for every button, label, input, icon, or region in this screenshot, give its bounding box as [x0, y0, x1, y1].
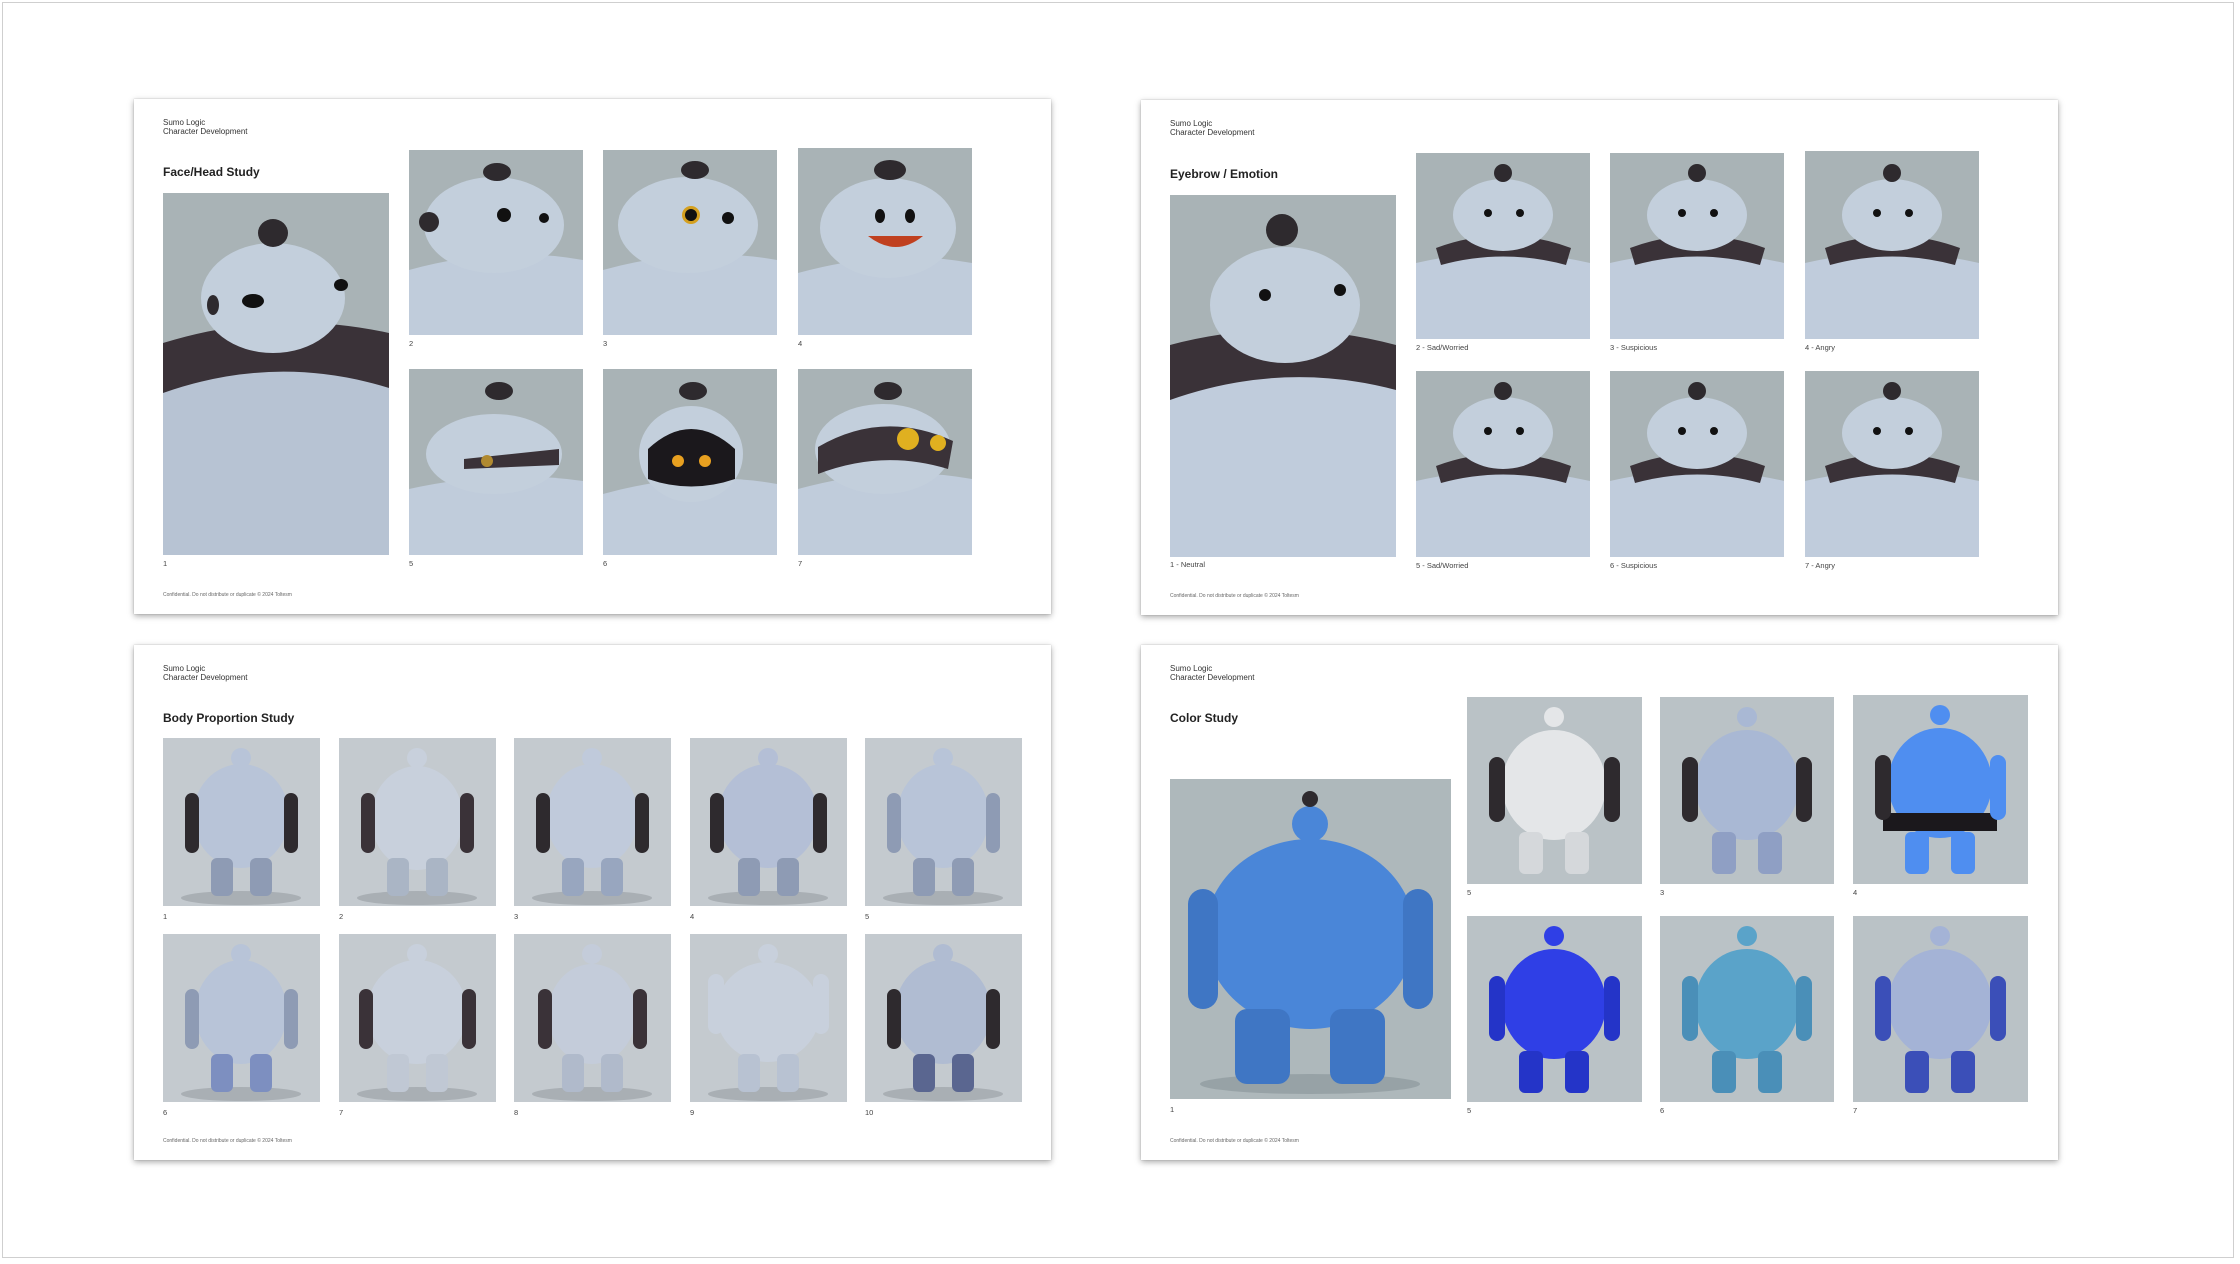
caption-2: 5: [1467, 888, 1472, 897]
brand-block: Sumo Logic Character Development: [1170, 664, 1254, 682]
caption-3: 3: [1660, 888, 1665, 897]
caption-8: 8: [514, 1108, 519, 1117]
emotion-image-7: [1805, 371, 1979, 557]
caption-6: 6: [1660, 1106, 1665, 1115]
head-image-7: [798, 369, 972, 555]
brand-project: Character Development: [163, 127, 248, 136]
emotion-image-5: [1416, 371, 1590, 557]
emotion-image-3: [1610, 153, 1784, 339]
brand-company: Sumo Logic: [1170, 119, 1213, 128]
caption-9: 9: [690, 1108, 695, 1117]
slide-title: Eyebrow / Emotion: [1170, 167, 1279, 181]
caption-6: 6: [603, 559, 608, 568]
emotion-image-6: [1610, 371, 1784, 557]
caption-3: 3: [603, 339, 608, 348]
caption-2: 2: [339, 912, 344, 921]
caption-5: 5: [865, 912, 870, 921]
caption-1: 1: [1170, 1105, 1175, 1114]
caption-7: 7: [339, 1108, 344, 1117]
caption-1: 1: [163, 559, 168, 568]
emotion-image-1: [1170, 195, 1396, 557]
brand-project: Character Development: [1170, 128, 1255, 137]
caption-3: 3 - Suspicious: [1610, 343, 1658, 352]
caption-6: 6 - Suspicious: [1610, 561, 1658, 570]
caption-7: 7: [798, 559, 803, 568]
caption-5: 5: [1467, 1106, 1472, 1115]
slide-body-proportion-study: Sumo Logic Character Development Body Pr…: [134, 645, 1051, 1160]
body-image-10: [865, 934, 1022, 1102]
body-image-6: [163, 934, 320, 1102]
brand-project: Character Development: [163, 673, 248, 682]
caption-6: 6: [163, 1108, 168, 1117]
emotion-image-2: [1416, 153, 1590, 339]
brand-block: Sumo Logic Character Development: [163, 118, 247, 136]
slide-eyebrow-emotion: Sumo Logic Character Development Eyebrow…: [1141, 100, 2058, 615]
footer-confidential: Confidential. Do not distribute or dupli…: [163, 592, 292, 598]
caption-4: 4: [690, 912, 695, 921]
caption-7: 7: [1853, 1106, 1858, 1115]
caption-1: 1 - Neutral: [1170, 560, 1206, 569]
footer-confidential: Confidential. Do not distribute or dupli…: [1170, 1138, 1299, 1144]
caption-1: 1: [163, 912, 168, 921]
head-image-1: [163, 193, 389, 555]
footer-confidential: Confidential. Do not distribute or dupli…: [1170, 593, 1299, 599]
emotion-image-4: [1805, 151, 1979, 339]
caption-5: 5: [409, 559, 414, 568]
brand-project: Character Development: [1170, 673, 1255, 682]
body-image-2: [339, 738, 496, 906]
caption-7: 7 - Angry: [1805, 561, 1836, 570]
caption-4: 4: [1853, 888, 1858, 897]
body-image-4: [690, 738, 847, 906]
head-image-2: [409, 150, 583, 335]
color-image-3: [1660, 697, 1834, 884]
body-image-5: [865, 738, 1022, 906]
color-image-7: [1853, 916, 2028, 1102]
caption-5: 5 - Sad/Worried: [1416, 561, 1469, 570]
brand-block: Sumo Logic Character Development: [163, 664, 247, 682]
slide-title: Body Proportion Study: [163, 711, 295, 725]
caption-2: 2: [409, 339, 414, 348]
color-image-2: [1467, 697, 1642, 884]
slide-title: Color Study: [1170, 711, 1238, 725]
head-image-3: [603, 150, 777, 335]
color-image-6: [1660, 916, 1834, 1102]
body-image-9: [690, 934, 847, 1102]
body-image-1: [163, 738, 320, 906]
slide-title: Face/Head Study: [163, 165, 260, 179]
caption-10: 10: [865, 1108, 874, 1117]
body-image-3: [514, 738, 671, 906]
caption-3: 3: [514, 912, 519, 921]
head-image-6: [603, 369, 777, 555]
color-image-4: [1853, 695, 2028, 884]
caption-4: 4 - Angry: [1805, 343, 1836, 352]
brand-company: Sumo Logic: [163, 118, 206, 127]
color-image-1: [1170, 779, 1451, 1099]
brand-block: Sumo Logic Character Development: [1170, 119, 1254, 137]
brand-company: Sumo Logic: [163, 664, 206, 673]
body-image-8: [514, 934, 671, 1102]
slide-color-study: Sumo Logic Character Development Color S…: [1141, 645, 2058, 1160]
brand-company: Sumo Logic: [1170, 664, 1213, 673]
body-image-7: [339, 934, 496, 1102]
head-image-5: [409, 369, 583, 555]
color-image-5: [1467, 916, 1642, 1102]
caption-4: 4: [798, 339, 803, 348]
head-image-4: [798, 148, 972, 335]
footer-confidential: Confidential. Do not distribute or dupli…: [163, 1138, 292, 1144]
caption-2: 2 - Sad/Worried: [1416, 343, 1469, 352]
slide-face-head-study: Sumo Logic Character Development Face/He…: [134, 99, 1051, 614]
